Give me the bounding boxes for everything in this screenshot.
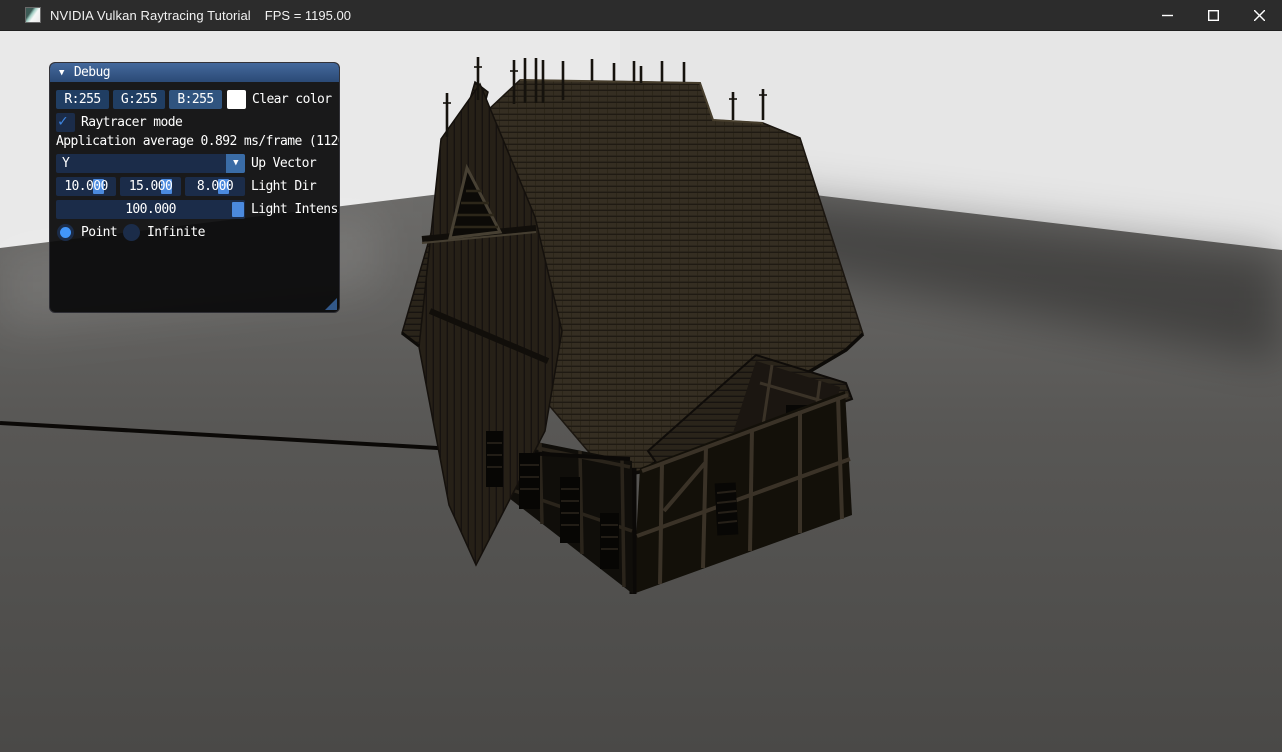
light-intensity-value: 100.000: [125, 202, 176, 217]
close-icon: [1254, 10, 1265, 21]
light-dir-x-slider[interactable]: 10.000: [56, 177, 116, 196]
light-dir-x-value: 10.000: [64, 179, 107, 194]
app-window: NVIDIA Vulkan Raytracing Tutorial FPS = …: [0, 0, 1282, 752]
b-value-button[interactable]: B:255: [169, 90, 222, 109]
light-intensity-label: Light Intensi: [251, 200, 340, 219]
up-vector-value: Y: [56, 156, 69, 171]
up-vector-combo[interactable]: Y ▼: [56, 154, 245, 173]
frame-stats-text: Application average 0.892 ms/frame (1120: [56, 134, 340, 149]
fps-counter: FPS = 1195.00: [265, 8, 351, 23]
debug-panel-header[interactable]: ▼ Debug: [50, 63, 339, 82]
chevron-down-icon[interactable]: ▼: [226, 154, 245, 173]
minimize-button[interactable]: [1144, 0, 1190, 31]
light-type-radios: Point Infinite: [56, 223, 196, 242]
title-bar[interactable]: NVIDIA Vulkan Raytracing Tutorial FPS = …: [0, 0, 1282, 31]
window-controls: [1144, 0, 1282, 31]
maximize-button[interactable]: [1190, 0, 1236, 31]
left-wall-window-2: [600, 513, 619, 569]
clear-color-label: Clear color: [252, 90, 332, 109]
close-button[interactable]: [1236, 0, 1282, 31]
up-vector-label: Up Vector: [251, 154, 316, 173]
resize-grip[interactable]: [325, 298, 337, 310]
debug-panel: ▼ Debug R:255 G:255 B:255 Clear color ✓ …: [49, 62, 340, 313]
light-dir-z-value: 8.000: [197, 179, 233, 194]
radio-point[interactable]: [57, 224, 74, 241]
light-dir-label: Light Dir: [251, 177, 316, 196]
gable-lower-window-2: [519, 453, 540, 509]
g-value-button[interactable]: G:255: [113, 90, 165, 109]
clear-color-swatch[interactable]: [227, 90, 246, 109]
left-wall-window-1: [560, 477, 580, 543]
light-intensity-slider[interactable]: 100.000: [56, 200, 245, 219]
checkmark-icon: ✓: [58, 111, 67, 130]
r-value-button[interactable]: R:255: [56, 90, 109, 109]
radio-point-label: Point: [81, 223, 117, 242]
light-dir-y-value: 15.000: [129, 179, 172, 194]
raytracer-checkbox-label: Raytracer mode: [81, 113, 182, 132]
radio-infinite-label: Infinite: [147, 223, 205, 242]
window-title: NVIDIA Vulkan Raytracing Tutorial: [50, 8, 251, 23]
app-icon: [25, 7, 41, 23]
slider-grab[interactable]: [232, 202, 244, 217]
collapse-arrow-icon[interactable]: ▼: [59, 68, 64, 78]
raytracer-checkbox[interactable]: ✓: [56, 113, 75, 132]
panel-title: Debug: [74, 65, 110, 80]
light-dir-y-slider[interactable]: 15.000: [120, 177, 181, 196]
gable-lower-window-1: [486, 431, 503, 487]
maximize-icon: [1208, 10, 1219, 21]
radio-selected-dot: [60, 227, 71, 238]
light-dir-z-slider[interactable]: 8.000: [185, 177, 245, 196]
radio-infinite[interactable]: [123, 224, 140, 241]
minimize-icon: [1162, 10, 1173, 21]
